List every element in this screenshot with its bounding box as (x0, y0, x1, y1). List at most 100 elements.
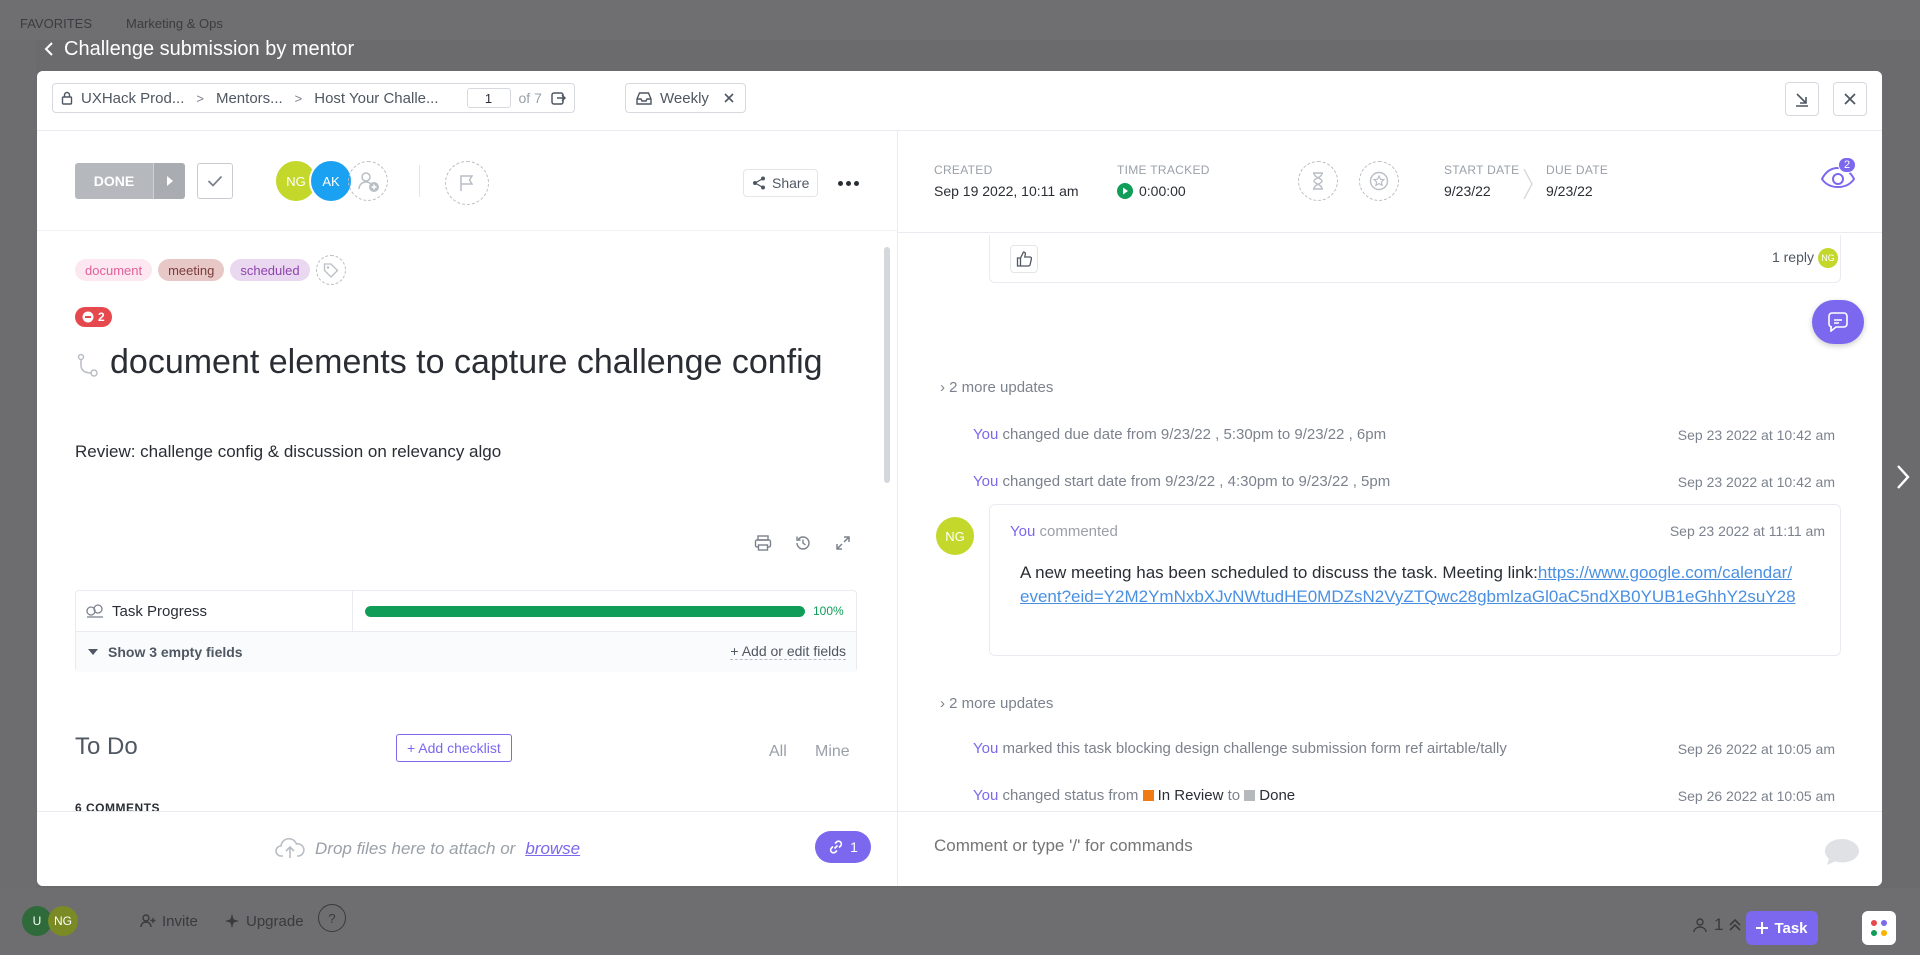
attachments-count-button[interactable]: 1 (815, 831, 871, 863)
breadcrumb-folder[interactable]: Mentors... (216, 90, 283, 107)
close-modal-button[interactable] (1833, 82, 1867, 116)
status-next-button[interactable] (153, 163, 185, 199)
tag-meeting[interactable]: meeting (158, 259, 225, 281)
filter-all[interactable]: All (769, 743, 787, 761)
file-drop-zone[interactable]: Drop files here to attach or browse (275, 837, 580, 859)
comment-action: commented (1035, 523, 1118, 540)
apps-grid-button[interactable] (1862, 911, 1896, 945)
assignee-avatar-ak[interactable]: AK (309, 159, 353, 203)
upgrade-label: Upgrade (246, 912, 304, 930)
attachments-count: 1 (850, 839, 858, 855)
attachments-bar: Drop files here to attach or browse 1 (37, 811, 897, 886)
expand-icon (836, 536, 850, 550)
page-number-input[interactable]: 1 (466, 88, 511, 108)
share-button[interactable]: Share (743, 169, 819, 197)
invite-button[interactable]: Invite (130, 904, 208, 938)
status-to: Done (1259, 787, 1296, 804)
comment-card: You commented Sep 23 2022 at 11:11 am A … (989, 504, 1841, 656)
activity-actor[interactable]: You (973, 787, 998, 804)
created-value: Sep 19 2022, 10:11 am (934, 183, 1079, 199)
empty-fields-toggle[interactable]: Show 3 empty fields + Add or edit fields (76, 632, 856, 672)
minimize-button[interactable] (1785, 82, 1819, 116)
breadcrumb-space[interactable]: UXHack Prod... (81, 90, 184, 107)
caret-right-icon (166, 176, 173, 186)
caret-down-icon (88, 649, 98, 655)
drop-text: Drop files here to attach or (315, 839, 516, 858)
expand-button[interactable] (831, 531, 855, 555)
task-title[interactable]: document elements to capture challenge c… (110, 343, 823, 382)
new-task-button[interactable]: Task (1746, 911, 1818, 945)
breadcrumb: UXHack Prod... > Mentors... > Host Your … (52, 83, 575, 113)
chevron-right-icon: › (940, 695, 945, 712)
history-button[interactable] (791, 531, 815, 555)
comment-thread-button[interactable] (1812, 300, 1864, 344)
tag-scheduled[interactable]: scheduled (230, 259, 310, 281)
open-in-new-icon[interactable] (550, 90, 566, 106)
status-button[interactable]: DONE (75, 163, 185, 199)
reply-count[interactable]: 1 reply (1772, 249, 1814, 265)
comment-author[interactable]: You (1010, 523, 1035, 540)
breadcrumb-list[interactable]: Host Your Challe... (314, 90, 438, 107)
add-tag-button[interactable] (315, 255, 346, 285)
tag-icon (323, 263, 339, 278)
help-button[interactable]: ? (318, 904, 346, 932)
scrollbar[interactable] (884, 247, 890, 483)
show-empty-fields[interactable]: Show 3 empty fields (108, 644, 243, 660)
comment-input[interactable] (934, 836, 1794, 856)
activity-actor[interactable]: You (973, 426, 998, 443)
sprint-points-button[interactable] (1359, 161, 1399, 201)
next-task-button[interactable] (1890, 462, 1916, 492)
reply-avatar: NG (1818, 248, 1838, 268)
status-color-swatch (1142, 790, 1154, 801)
modal-header-title[interactable]: Challenge submission by mentor (64, 38, 354, 61)
priority-button[interactable] (445, 161, 489, 205)
print-button[interactable] (751, 531, 775, 555)
more-options-button[interactable] (833, 169, 863, 197)
filter-mine[interactable]: Mine (815, 743, 850, 761)
time-tracked-value: 0:00:00 (1139, 183, 1186, 199)
add-assignee-button[interactable] (348, 161, 388, 201)
counter-value: 1 (1714, 915, 1724, 934)
minimize-icon (1796, 93, 1808, 107)
more-updates-1[interactable]: › 2 more updates (940, 379, 1053, 396)
activity-actor[interactable]: You (973, 473, 998, 490)
background-bottombar: U NG Invite Upgrade ? 1 (0, 888, 1920, 955)
status-row: DONE NG AK Share (37, 131, 897, 231)
blocking-badge[interactable]: 2 (75, 307, 112, 327)
activity-actor[interactable]: You (973, 740, 998, 757)
ng-avatar[interactable]: NG (48, 906, 78, 936)
inbox-icon (636, 92, 652, 105)
add-checklist-button[interactable]: + Add checklist (396, 734, 512, 762)
tag-document[interactable]: document (75, 259, 153, 281)
previous-comment-card: 1 reply NG (989, 235, 1841, 283)
due-date-info[interactable]: DUE DATE 9/23/22 (1546, 163, 1608, 199)
like-button[interactable] (1010, 245, 1038, 273)
watchers-count: 2 (1838, 157, 1856, 173)
chevron-left-icon[interactable] (44, 41, 54, 57)
due-date-value: 9/23/22 (1546, 183, 1593, 199)
start-date-info[interactable]: START DATE 9/23/22 (1444, 163, 1519, 199)
watchers-button[interactable]: 2 (1820, 157, 1856, 194)
activity-timestamp: Sep 26 2022 at 10:05 am (1677, 788, 1835, 804)
add-edit-fields-link[interactable]: + Add or edit fields (730, 643, 846, 660)
comment-text: A new meeting has been scheduled to disc… (1020, 563, 1538, 582)
invite-icon (140, 914, 156, 928)
task-meta-header: CREATED Sep 19 2022, 10:11 am TIME TRACK… (898, 131, 1882, 233)
progress-bar-fill (365, 605, 805, 617)
flag-icon (460, 175, 474, 191)
activity-text: changed status from (998, 787, 1143, 804)
task-description[interactable]: Review: challenge config & discussion on… (75, 442, 501, 462)
speech-bubble-icon[interactable] (1823, 837, 1861, 867)
history-icon (796, 536, 810, 550)
time-estimate-button[interactable] (1298, 161, 1338, 201)
chevron-right-icon (1523, 168, 1533, 200)
time-tracker[interactable]: 0:00:00 (1117, 183, 1210, 199)
close-icon[interactable] (723, 92, 735, 104)
mark-complete-button[interactable] (197, 163, 233, 199)
upgrade-button[interactable]: Upgrade (214, 904, 314, 938)
notifications-counter[interactable]: 1 (1682, 908, 1751, 942)
more-updates-2[interactable]: › 2 more updates (940, 695, 1053, 712)
recurring-view-chip[interactable]: Weekly (625, 83, 746, 113)
browse-link[interactable]: browse (525, 839, 580, 859)
status-label[interactable]: DONE (75, 163, 153, 199)
